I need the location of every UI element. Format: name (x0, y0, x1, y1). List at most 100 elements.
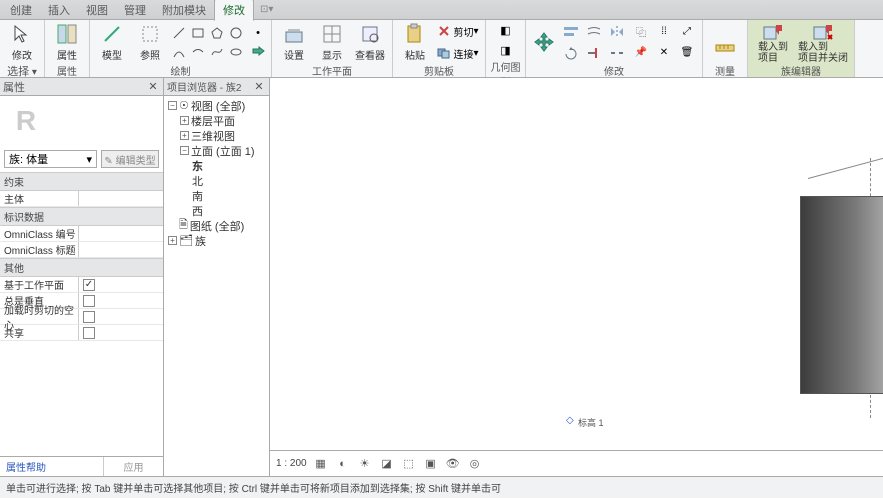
draw-arc2-icon[interactable] (189, 43, 207, 61)
hide-icon[interactable]: 👁 (445, 456, 461, 472)
type-preview-icon: R (6, 102, 46, 140)
crop-icon[interactable]: ⬚ (401, 456, 417, 472)
set-workplane-button[interactable]: 设置 (276, 21, 312, 63)
ribbon-minimize-icon[interactable]: ⊡▾ (260, 4, 273, 15)
prop-row[interactable]: 基于工作平面✓ (0, 277, 163, 293)
prop-row[interactable]: 共享 (0, 325, 163, 341)
ribbon-tabbar: 创建 插入 视图 管理 附加模块 修改 ⊡▾ (0, 0, 883, 20)
prop-row[interactable]: 主体 (0, 191, 163, 207)
tree-node-families[interactable]: +🗂 族 (166, 233, 267, 248)
mirror-icon[interactable] (606, 22, 628, 42)
tab-modify[interactable]: 修改 (214, 0, 254, 21)
measure-button[interactable] (707, 21, 743, 63)
browser-title: 项目浏览器 - 族2 (167, 79, 241, 94)
checkbox[interactable] (83, 311, 95, 323)
model-mass[interactable] (800, 196, 883, 394)
draw-arc1-icon[interactable] (170, 43, 188, 61)
tab-view[interactable]: 视图 (78, 0, 116, 20)
tree-node-east[interactable]: 东 (166, 158, 267, 173)
type-selector[interactable]: 族: 体量▾ (4, 150, 97, 168)
drawing-canvas[interactable]: 标高 1 1 : 200 ▦ ◐ ☀ ◪ ⬚ ▣ 👁 ◎ (270, 78, 883, 476)
draw-rect-icon[interactable] (189, 24, 207, 42)
edit-type-button[interactable]: ✎ 编辑类型 (101, 150, 159, 168)
prop-group-identity[interactable]: 标识数据 (0, 207, 163, 226)
load-project-button[interactable]: 载入到 项目 (752, 21, 794, 63)
visual-style-icon[interactable]: ◐ (335, 456, 351, 472)
rotate-icon[interactable] (560, 43, 582, 63)
delete-icon[interactable]: 🗑 (676, 43, 698, 63)
model-line-button[interactable]: 模型 (94, 21, 130, 63)
prop-group-other[interactable]: 其他 (0, 258, 163, 277)
tree-node-south[interactable]: 南 (166, 188, 267, 203)
tree-node-elevation[interactable]: −立面 (立面 1) (166, 143, 267, 158)
viewport[interactable]: 标高 1 (270, 78, 883, 448)
tree-node-3d[interactable]: +三维视图 (166, 128, 267, 143)
ribbon-group-select: 修改 选择 ▾ (0, 20, 45, 77)
checkbox[interactable] (83, 327, 95, 339)
tree-node-sheets[interactable]: 🗎 图纸 (全部) (166, 218, 267, 233)
properties-button[interactable]: 属性 (49, 21, 85, 63)
copy-icon[interactable]: ⿻ (630, 22, 652, 42)
paste-button[interactable]: 粘贴 (397, 21, 433, 63)
tab-insert[interactable]: 插入 (40, 0, 78, 20)
move-button[interactable] (530, 21, 558, 63)
level-label[interactable]: 标高 1 (578, 416, 604, 429)
draw-pick-icon[interactable] (249, 43, 267, 61)
split-icon[interactable] (606, 43, 628, 63)
prop-row[interactable]: OmniClass 编号 (0, 226, 163, 242)
scale-icon[interactable]: ⤢ (676, 22, 698, 42)
show-workplane-button[interactable]: 显示 (314, 21, 350, 63)
checkbox-checked[interactable]: ✓ (83, 279, 95, 291)
property-grid: 约束 主体 标识数据 OmniClass 编号 OmniClass 标题 其他 … (0, 172, 163, 456)
draw-circle-icon[interactable] (227, 24, 245, 42)
reveal-icon[interactable]: ◎ (467, 456, 483, 472)
cut-button[interactable]: 剪切 ▾ (435, 21, 481, 41)
checkbox[interactable] (83, 295, 95, 307)
prop-row[interactable]: 加载时剪切的空心 (0, 309, 163, 325)
level-marker-icon[interactable] (566, 414, 576, 424)
collapse-icon[interactable]: − (180, 146, 189, 155)
load-close-button[interactable]: 载入到 项目并关闭 (796, 21, 850, 63)
close-icon[interactable]: ✕ (146, 80, 160, 94)
draw-line-icon[interactable] (170, 24, 188, 42)
properties-help-link[interactable]: 属性帮助 (0, 457, 103, 476)
prop-group-constraint[interactable]: 约束 (0, 172, 163, 191)
modify-button[interactable]: 修改 (4, 21, 40, 63)
geom-icon2[interactable]: ◨ (497, 41, 515, 59)
tree-node-north[interactable]: 北 (166, 173, 267, 188)
sun-path-icon[interactable]: ☀ (357, 456, 373, 472)
join-button[interactable]: 连接 ▾ (435, 43, 481, 63)
viewer-button[interactable]: 查看器 (352, 21, 388, 63)
tab-manage[interactable]: 管理 (116, 0, 154, 20)
tab-create[interactable]: 创建 (2, 0, 40, 20)
align-icon[interactable] (560, 22, 582, 42)
array-icon[interactable]: ⁞⁞ (653, 22, 675, 42)
tree-node-views[interactable]: −☉ 视图 (全部) (166, 98, 267, 113)
pin-icon[interactable]: 📌 (630, 43, 652, 63)
unpin-icon[interactable]: ✕ (653, 43, 675, 63)
ref-plane-button[interactable]: 参照 (132, 21, 168, 63)
draw-ellipse-icon[interactable] (227, 43, 245, 61)
expand-icon[interactable]: + (180, 116, 189, 125)
apply-button[interactable]: 应用 (103, 457, 163, 476)
geom-icon1[interactable]: ◧ (497, 21, 515, 39)
draw-point-icon[interactable]: • (249, 24, 267, 42)
crop-show-icon[interactable]: ▣ (423, 456, 439, 472)
detail-level-icon[interactable]: ▦ (313, 456, 329, 472)
properties-icon (55, 22, 79, 46)
draw-poly-icon[interactable] (208, 24, 226, 42)
trim-icon[interactable] (583, 43, 605, 63)
close-icon[interactable]: ✕ (252, 80, 266, 94)
tree-node-floorplan[interactable]: +楼层平面 (166, 113, 267, 128)
ribbon-group-famedit: 载入到 项目 载入到 项目并关闭 族编辑器 (748, 20, 855, 77)
load-close-icon (811, 21, 835, 41)
shadow-icon[interactable]: ◪ (379, 456, 395, 472)
draw-spline-icon[interactable] (208, 43, 226, 61)
collapse-icon[interactable]: − (168, 101, 177, 110)
expand-icon[interactable]: + (168, 236, 177, 245)
prop-row[interactable]: OmniClass 标题 (0, 242, 163, 258)
scale-display[interactable]: 1 : 200 (276, 458, 307, 469)
tab-addins[interactable]: 附加模块 (154, 0, 214, 20)
expand-icon[interactable]: + (180, 131, 189, 140)
offset-icon[interactable] (583, 22, 605, 42)
